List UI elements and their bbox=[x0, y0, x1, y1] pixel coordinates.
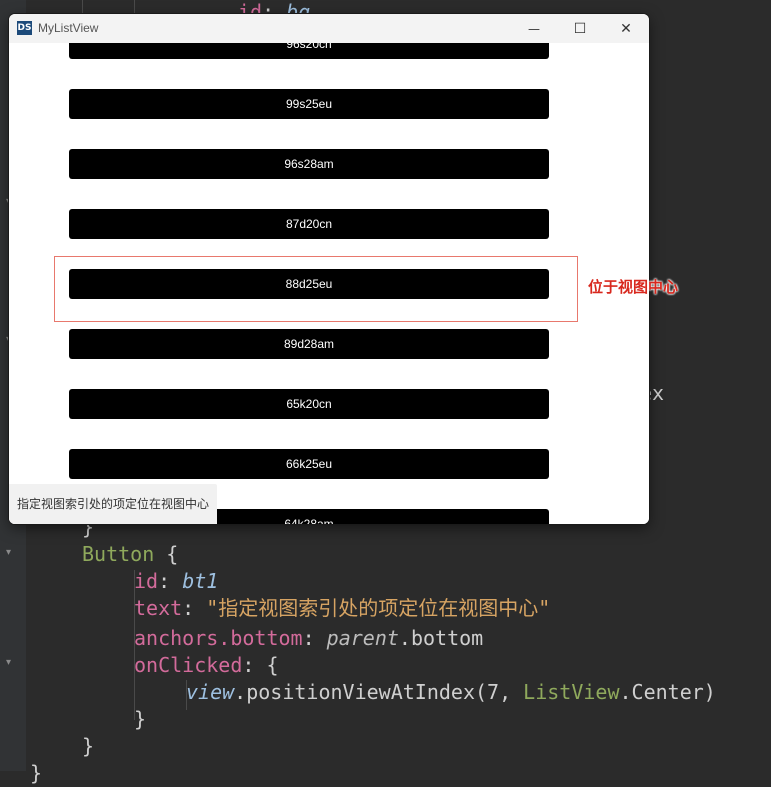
list-item[interactable]: 96s20cn bbox=[69, 43, 549, 59]
list-item[interactable]: 66k25eu bbox=[69, 449, 549, 479]
center-highlight-box bbox=[54, 256, 578, 322]
fold-arrow-icon[interactable]: ▾ bbox=[6, 657, 11, 668]
fold-arrow-icon[interactable]: ▾ bbox=[6, 547, 11, 558]
maximize-icon: ☐ bbox=[573, 20, 587, 37]
annotation-label: 位于视图中心 bbox=[588, 278, 679, 296]
window-title: MyListView bbox=[38, 21, 99, 35]
code-line-text: text: "指定视图索引处的项定位在视图中心" bbox=[134, 596, 551, 620]
code-line-final-close: } bbox=[30, 761, 43, 785]
code-line-call: view.positionViewAtIndex(7, ListView.Cen… bbox=[186, 680, 716, 704]
code-line-anchors: anchors.bottom: parent.bottom bbox=[134, 626, 484, 650]
code-line-id: id: bt1 bbox=[134, 569, 219, 593]
code-line-inner-close: } bbox=[134, 707, 147, 731]
close-icon: ✕ bbox=[620, 20, 632, 37]
indent-guide bbox=[82, 0, 83, 14]
code-line-outer-close: } bbox=[82, 734, 95, 758]
close-button[interactable]: ✕ bbox=[603, 14, 649, 43]
app-logo-icon: DS bbox=[17, 21, 32, 35]
maximize-button[interactable]: ☐ bbox=[557, 14, 603, 43]
title-bar[interactable]: DS MyListView — ☐ ✕ bbox=[9, 14, 649, 43]
list-item[interactable]: 96s28am bbox=[69, 149, 549, 179]
list-item[interactable]: 87d20cn bbox=[69, 209, 549, 239]
code-line-button: Button { bbox=[82, 542, 179, 566]
code-line-onclicked: onClicked: { bbox=[134, 653, 279, 677]
list-item[interactable]: 99s25eu bbox=[69, 89, 549, 119]
position-view-button[interactable]: 指定视图索引处的项定位在视图中心 bbox=[9, 484, 217, 524]
list-item[interactable]: 65k20cn bbox=[69, 389, 549, 419]
list-item[interactable]: 89d28am bbox=[69, 329, 549, 359]
minimize-icon: — bbox=[528, 21, 540, 36]
minimize-button[interactable]: — bbox=[511, 14, 557, 43]
indent-guide bbox=[134, 0, 135, 14]
